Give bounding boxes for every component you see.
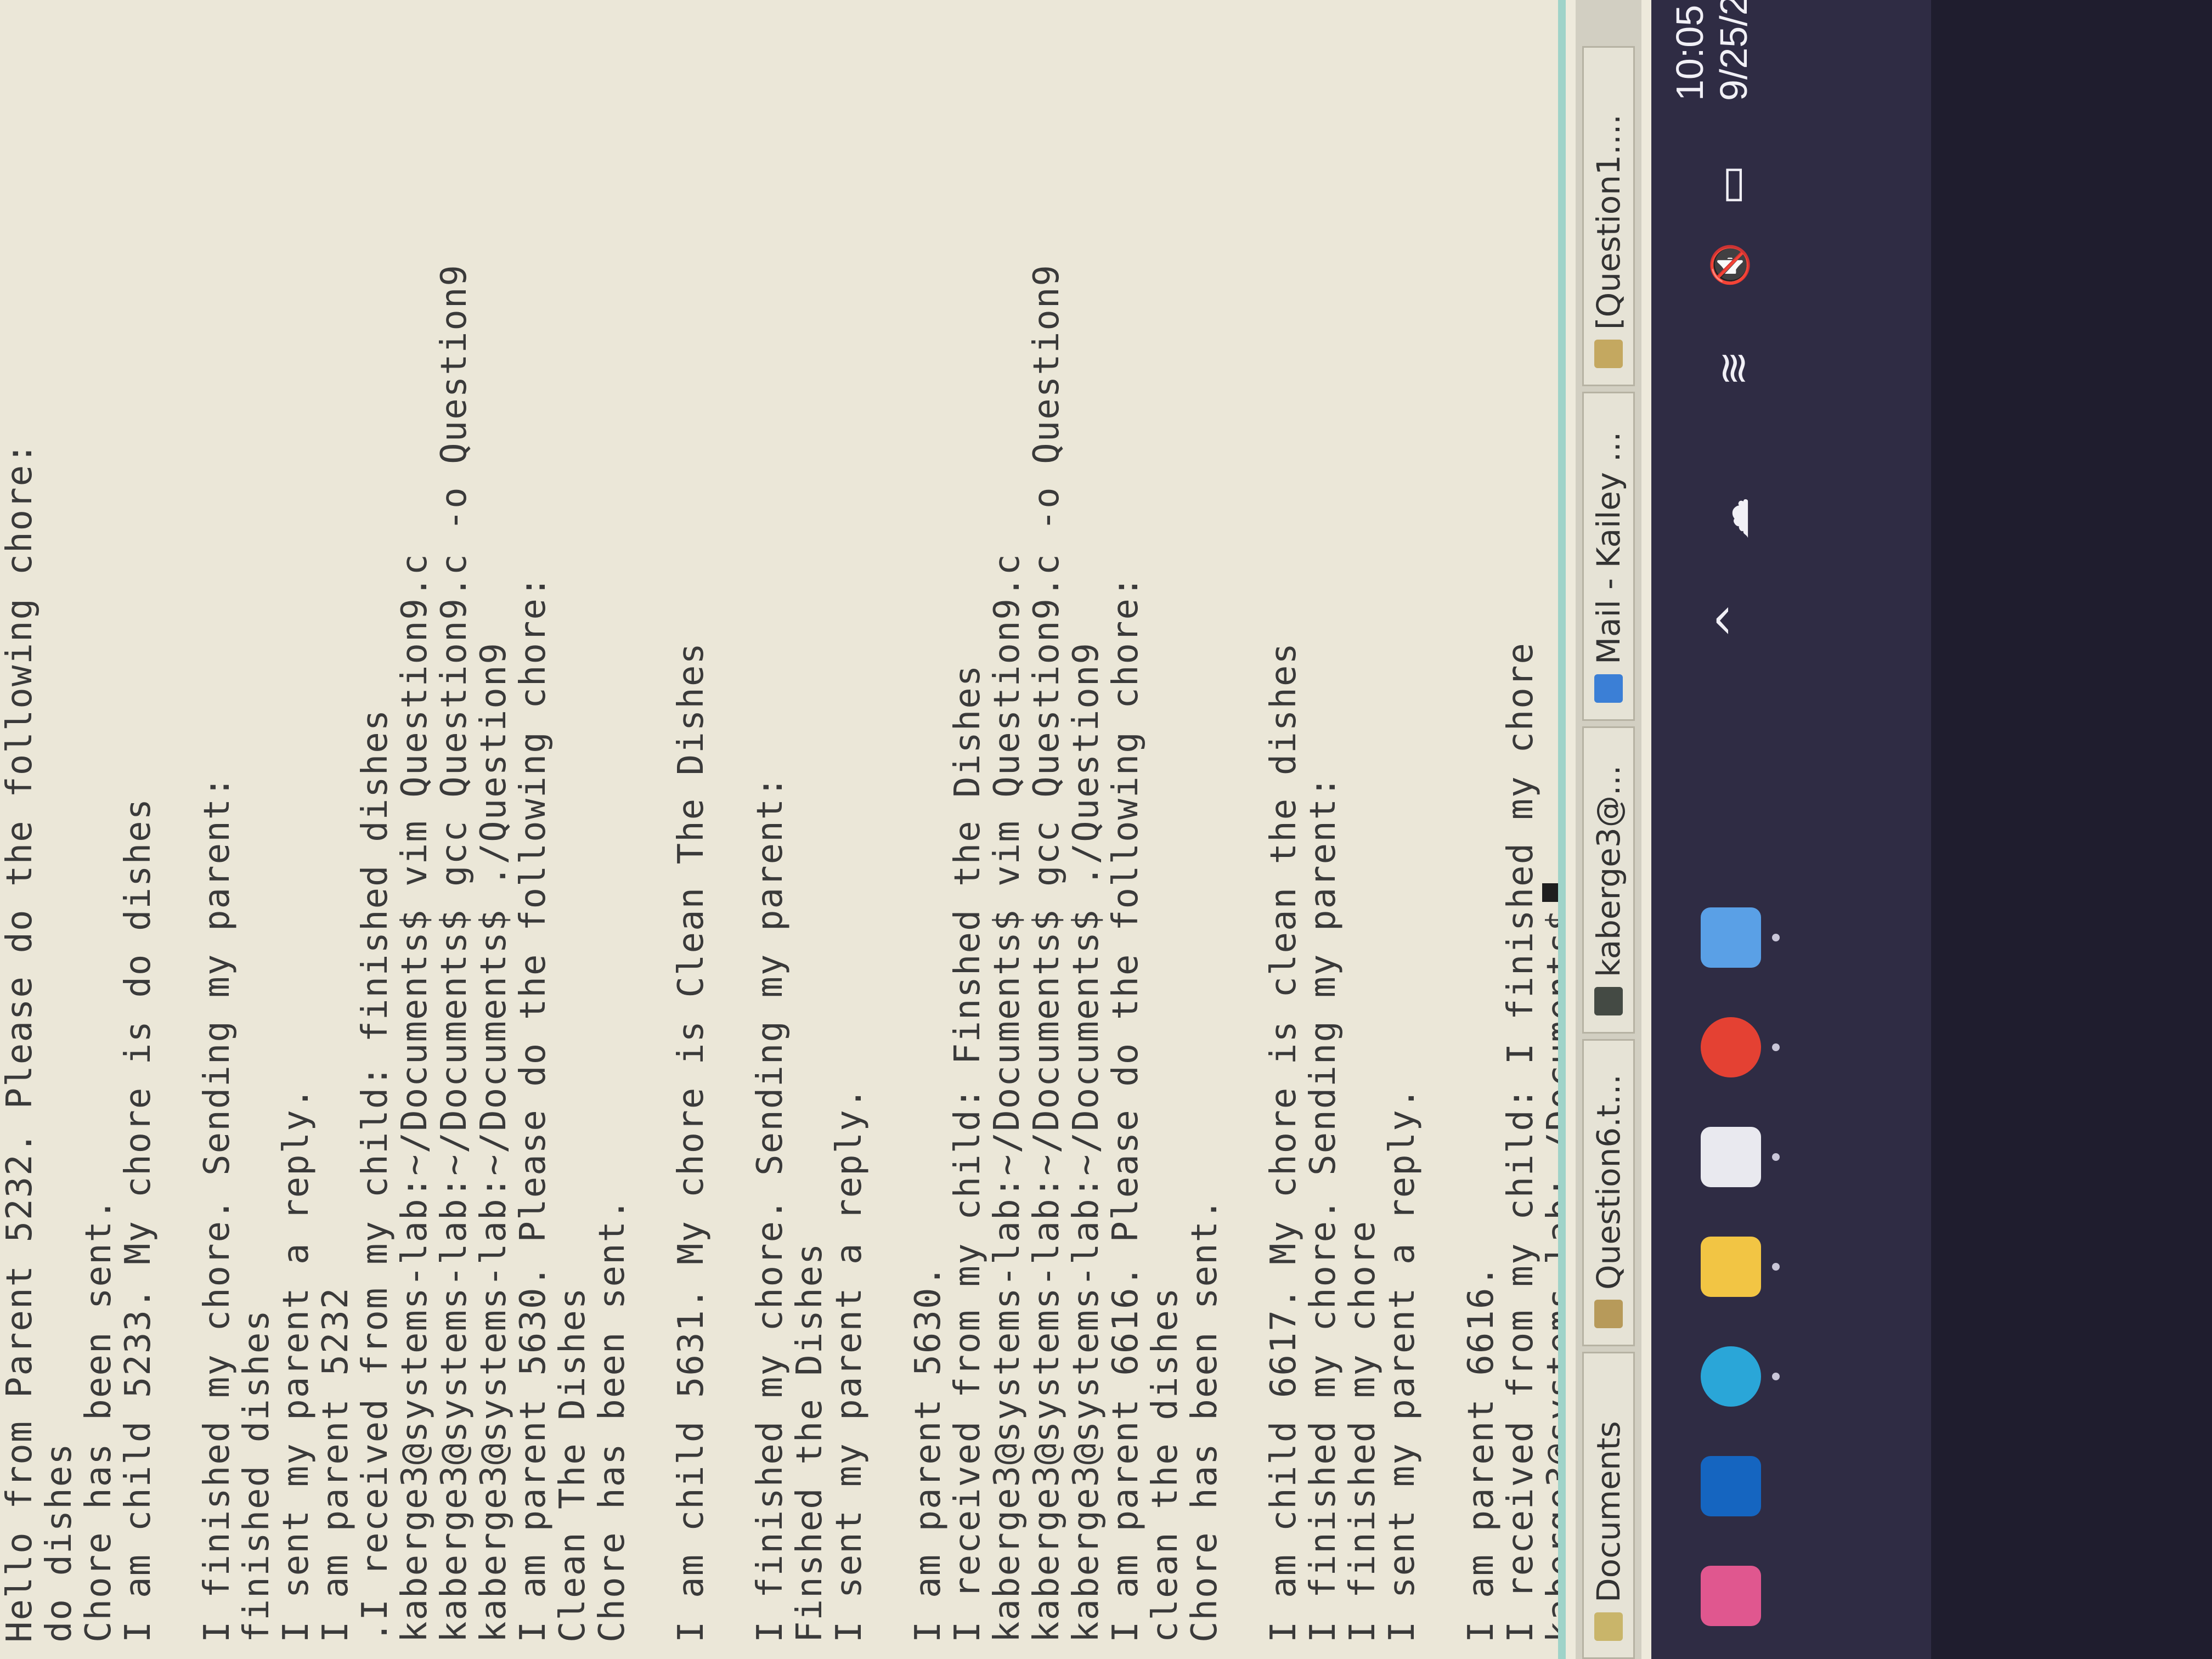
chrome-icon[interactable] <box>1701 1017 1761 1077</box>
terminal-output: Hello from Parent 5232. Please do the fo… <box>0 19 1566 1643</box>
text-editor-icon <box>1594 340 1623 368</box>
terminal-icon <box>1594 987 1623 1015</box>
terminal-line: kaberge3@systems-lab:~/Documents$ vim Qu… <box>987 552 1028 1643</box>
window-button-label: kaberge3@... <box>1590 765 1627 977</box>
window-button-label: Mail - Kailey ... <box>1590 431 1627 664</box>
terminal-line: clean the dishes <box>1145 1286 1186 1643</box>
terminal-line: I finished my chore <box>1342 1220 1383 1643</box>
terminal-line: kaberge3@systems-lab:~/Documents$ ./Ques… <box>1066 642 1107 1643</box>
volume-muted-icon[interactable]: 🔇 <box>1709 242 1752 287</box>
terminal-prompt-line[interactable]: kaberge3@systems-lab:~/Documents$ <box>1540 19 1566 1643</box>
edge-icon[interactable] <box>1701 1346 1761 1407</box>
battery-icon[interactable]: ▭ <box>1706 165 1756 205</box>
terminal-line: Chore has been sent. <box>1184 1198 1225 1643</box>
notepad-icon[interactable] <box>1701 907 1761 968</box>
window-button[interactable]: kaberge3@... <box>1582 726 1635 1034</box>
terminal-line: I received from my child: I finished my … <box>1500 642 1541 1643</box>
terminal-line: kaberge3@systems-lab:~/Documents$ ./Ques… <box>473 642 514 1643</box>
clock-time[interactable]: 10:05 <box>1668 5 1712 101</box>
window-button-label: [Question1.... <box>1590 114 1627 330</box>
terminal-line: I am parent 5232 <box>315 1286 356 1643</box>
terminal-line: Finshed the Dishes <box>789 1242 830 1643</box>
terminal-line: I finished my chore. Sending my parent: <box>750 775 791 1643</box>
terminal-prompt: kaberge3@systems-lab:~/Documents$ <box>1540 909 1566 1643</box>
terminal-line: I am child 5233. My chore is do dishes <box>118 797 159 1643</box>
running-indicator <box>1772 1373 1780 1380</box>
terminal-line: Clean The Dishes <box>552 1286 593 1643</box>
mail-icon <box>1594 674 1623 703</box>
terminal-line: I sent my parent a reply. <box>829 1086 870 1643</box>
terminal-line: I am parent 6616. Please do the followin… <box>1105 575 1146 1643</box>
running-indicator <box>1772 1153 1780 1161</box>
terminal-line: I am child 6617. My chore is clean the d… <box>1263 642 1304 1643</box>
window-button-label: Documents <box>1590 1421 1627 1602</box>
terminal-line: I sent my parent a reply. <box>276 1086 317 1643</box>
microsoft-store-icon[interactable] <box>1701 1127 1761 1187</box>
window-button[interactable]: Documents <box>1582 1352 1635 1659</box>
wifi-icon[interactable]: ≋ <box>1709 351 1758 386</box>
text-editor-icon <box>1594 1300 1623 1328</box>
window-button[interactable]: [Question1.... <box>1582 46 1635 386</box>
terminal-line: I received from my child: Finshed the Di… <box>947 664 988 1643</box>
running-indicator <box>1772 1043 1780 1051</box>
monitor-photo: Hello from Parent 5232. Please do the fo… <box>0 0 2212 1659</box>
terminal-line: I am parent 5630. Please do the followin… <box>513 575 554 1643</box>
screen: Hello from Parent 5232. Please do the fo… <box>0 0 1931 1659</box>
window-list-panel: Documents Question6.t... kaberge3@... Mail … <box>1576 0 1641 1659</box>
windows-taskbar: ^ ☁ ≋ 🔇 ▭ 10:05 9/25/2 <box>1651 0 1931 1659</box>
window-button[interactable]: Question6.t... <box>1582 1039 1635 1346</box>
window-button[interactable]: Mail - Kailey ... <box>1582 392 1635 721</box>
terminal-line: kaberge3@systems-lab:~/Documents$ gcc Qu… <box>434 264 475 1643</box>
terminal-line: kaberge3@systems-lab:~/Documents$ gcc Qu… <box>1026 264 1067 1643</box>
outlook-icon[interactable] <box>1701 1456 1761 1516</box>
terminal-line: Chore has been sent. <box>78 1198 119 1643</box>
copilot-icon[interactable] <box>1701 1566 1761 1626</box>
terminal-line: I am parent 6616. <box>1461 1264 1502 1643</box>
terminal-line: do dishes <box>39 1442 80 1643</box>
terminal-line: I finished my chore. Sending my parent: <box>197 775 238 1643</box>
terminal-line: Chore has been sent. <box>592 1198 633 1643</box>
monitor-bezel <box>1931 0 2212 1659</box>
running-indicator <box>1772 934 1780 941</box>
clock-date[interactable]: 9/25/2 <box>1712 0 1756 101</box>
terminal-line: .I received from my child: finished dish… <box>355 708 396 1643</box>
terminal-line: I am child 5631. My chore is Clean The D… <box>671 642 712 1643</box>
terminal-line: finished dishes <box>236 1309 277 1643</box>
terminal-cursor <box>1542 883 1566 902</box>
terminal-window[interactable]: Hello from Parent 5232. Please do the fo… <box>0 0 1566 1659</box>
window-button-label: Question6.t... <box>1590 1074 1627 1290</box>
running-indicator <box>1772 1263 1780 1271</box>
file-explorer-icon[interactable] <box>1701 1237 1761 1297</box>
terminal-line: I finished my chore. Sending my parent: <box>1303 775 1344 1643</box>
terminal-line: Hello from Parent 5232. Please do the fo… <box>0 442 40 1643</box>
onedrive-cloud-icon[interactable]: ☁ <box>1709 497 1758 540</box>
terminal-line: I am parent 5630. <box>908 1264 949 1643</box>
tray-chevron-icon[interactable]: ^ <box>1709 603 1758 639</box>
folder-icon <box>1594 1612 1623 1641</box>
terminal-line: I sent my parent a reply. <box>1382 1086 1423 1643</box>
terminal-line: kaberge3@systems-lab:~/Documents$ vim Qu… <box>394 552 435 1643</box>
